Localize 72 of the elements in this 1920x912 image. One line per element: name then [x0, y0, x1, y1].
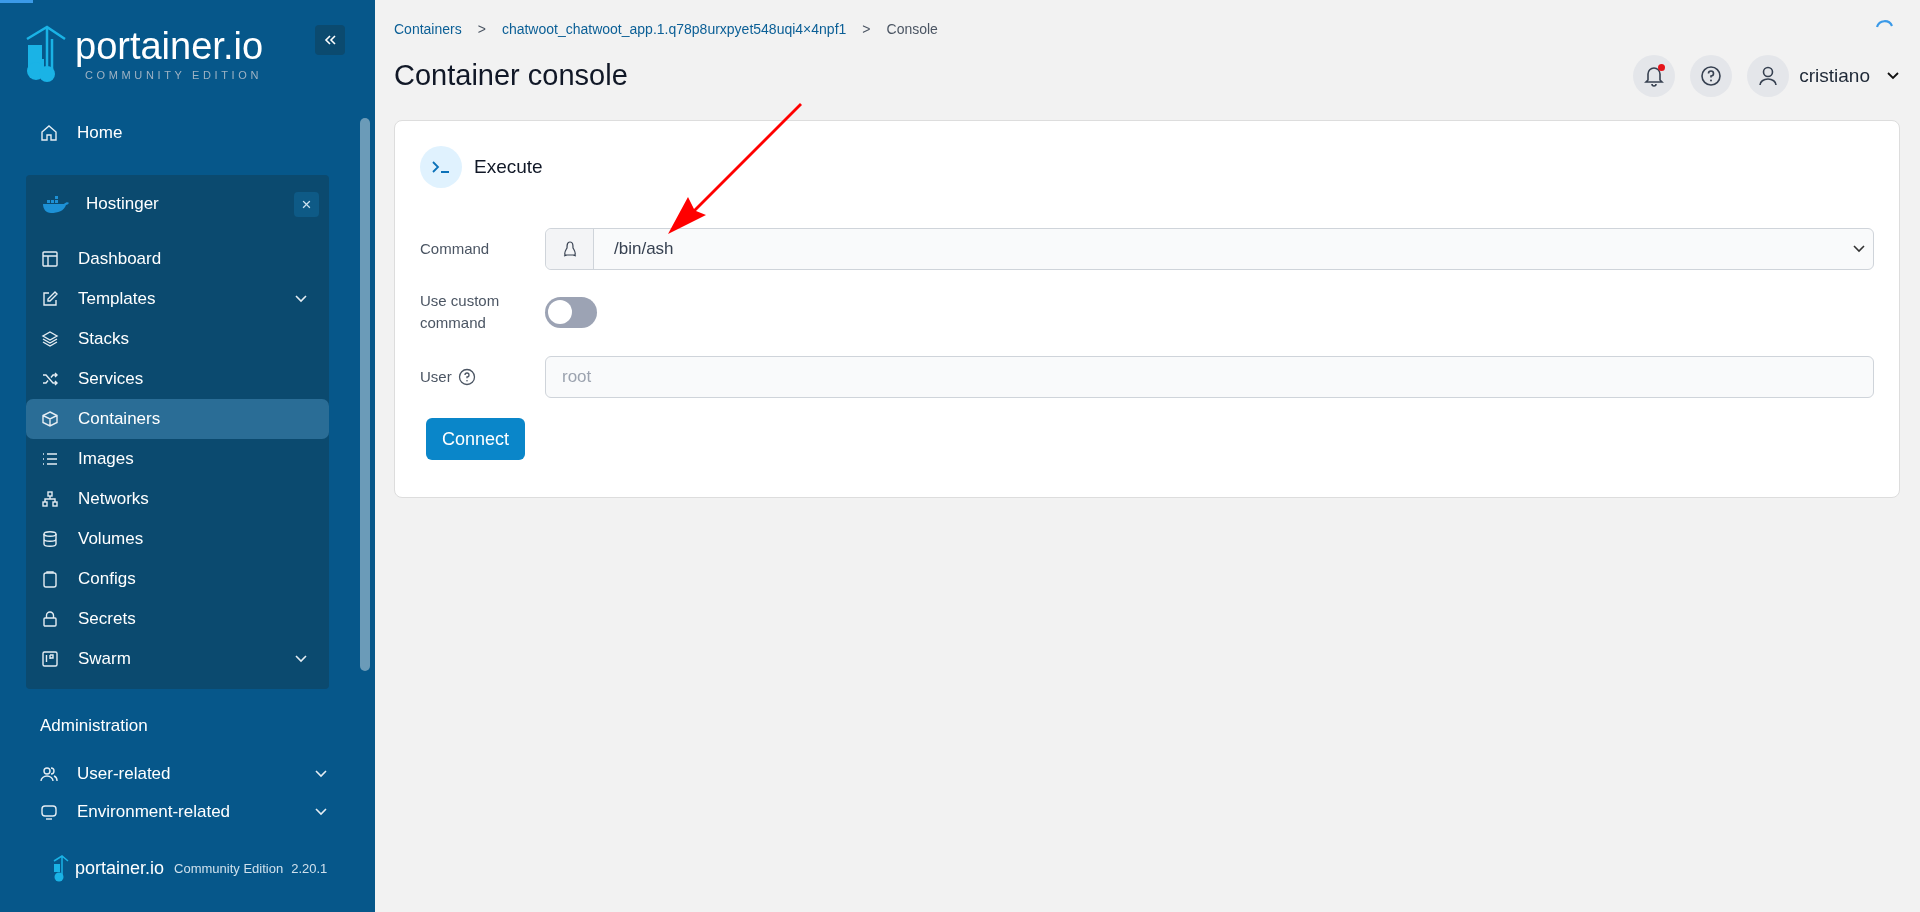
breadcrumb-separator: > — [477, 19, 486, 39]
lock-icon — [41, 610, 59, 628]
nav-item[interactable]: User-related — [0, 754, 375, 793]
logo-icon — [53, 855, 69, 882]
environment-name: Hostinger — [86, 193, 159, 216]
toggle-switch[interactable] — [545, 296, 597, 328]
nav-item[interactable]: Environment-related — [0, 792, 375, 831]
edit-icon — [41, 290, 59, 308]
home-icon — [40, 124, 58, 142]
command-select[interactable]: /bin/ash — [545, 228, 1874, 270]
help-icon — [1700, 65, 1723, 87]
close-button[interactable]: × — [294, 191, 319, 217]
logo-text: portainer.io — [75, 25, 263, 67]
box-icon — [41, 410, 59, 428]
nav-item[interactable]: Templates — [26, 279, 329, 319]
connect-button[interactable]: Connect — [426, 418, 526, 460]
nav-item[interactable]: Volumes — [26, 519, 329, 559]
layers-icon — [41, 330, 59, 348]
page-title: Container console — [394, 58, 628, 94]
notification-button[interactable] — [1633, 55, 1676, 97]
help-icon — [457, 368, 476, 386]
collapse-button[interactable] — [315, 25, 345, 55]
nav-item[interactable]: Containers — [26, 399, 329, 439]
shuffle-icon — [41, 370, 59, 388]
board-icon — [41, 650, 59, 668]
nav-item[interactable]: Services — [26, 359, 329, 399]
clipboard-icon — [41, 570, 59, 588]
terminal-icon — [431, 159, 451, 175]
footer-version: 2.20.1 — [291, 859, 328, 878]
footer-logo-text: portainer.io — [75, 857, 165, 880]
breadcrumb-current: Console — [886, 19, 938, 39]
chevron-down-icon — [295, 295, 307, 303]
list-icon — [41, 450, 59, 468]
scrollbar[interactable] — [360, 118, 370, 671]
chevron-down-icon — [1853, 245, 1865, 253]
user-menu[interactable]: cristiano — [1747, 55, 1900, 97]
nav-item[interactable]: Swarm — [26, 639, 329, 679]
section-title: Administration — [40, 715, 149, 737]
users-icon — [40, 764, 58, 783]
breadcrumb-separator: > — [862, 19, 871, 39]
user-input[interactable]: root — [545, 356, 1874, 398]
field-label: Use custom command — [420, 291, 501, 333]
logo-icon — [25, 25, 67, 83]
chevron-down-icon — [295, 655, 307, 663]
double-chevron-left-icon — [323, 34, 337, 46]
nav-item[interactable]: Configs — [26, 559, 329, 599]
card-title: Execute — [474, 154, 543, 179]
layout-icon — [41, 250, 59, 268]
nav-item[interactable]: Dashboard — [26, 239, 329, 279]
breadcrumb-link[interactable]: chatwoot_chatwoot_app.1.q78p8urxpyet548uqi4×4npf1 — [501, 18, 847, 40]
chevron-down-icon — [315, 769, 327, 778]
network-icon — [41, 490, 59, 508]
logo-edition: COMMUNITY EDITION — [85, 68, 263, 83]
footer-edition: Community Edition — [174, 859, 284, 878]
breadcrumb-link[interactable]: Containers — [394, 18, 462, 40]
nav-item[interactable]: Networks — [26, 479, 329, 519]
chevron-down-icon — [315, 807, 327, 816]
database-icon — [41, 530, 59, 548]
user-icon — [1758, 65, 1779, 87]
monitor-icon — [40, 802, 58, 821]
help-button[interactable] — [1690, 55, 1733, 97]
whale-icon — [42, 194, 70, 214]
field-label: Command — [420, 238, 491, 259]
nav-item[interactable]: Home — [0, 118, 375, 148]
bell-icon — [1643, 65, 1666, 87]
loading-bar — [0, 0, 33, 3]
nav-item[interactable]: Images — [26, 439, 329, 479]
chevron-down-icon — [1886, 71, 1900, 81]
nav-item[interactable]: Stacks — [26, 319, 329, 359]
spinner-icon — [1876, 20, 1893, 28]
nav-item[interactable]: Secrets — [26, 599, 329, 639]
field-label: User — [420, 366, 452, 387]
